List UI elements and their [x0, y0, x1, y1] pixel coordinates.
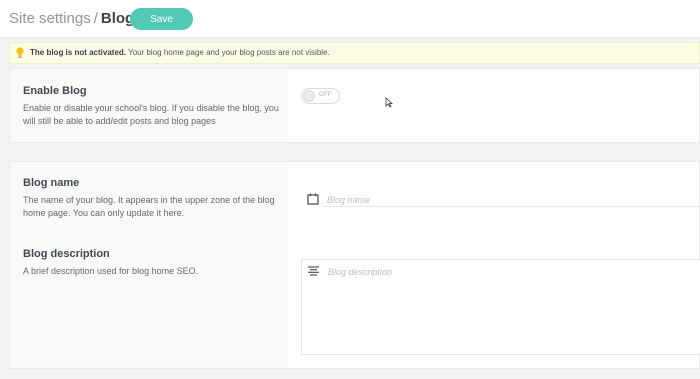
blog-name-title: Blog name [23, 177, 80, 189]
blog-description-title: Blog description [23, 248, 110, 260]
alert-message: The blog is not activated. Your blog hom… [30, 43, 330, 63]
mouse-cursor-icon [385, 97, 393, 108]
breadcrumb-parent[interactable]: Site settings [9, 10, 91, 27]
top-header: Site settings / Blog Save [0, 0, 700, 38]
blog-details-section: Blog name The name of your blog. It appe… [9, 161, 700, 369]
breadcrumb: Site settings / Blog [9, 10, 134, 28]
toggle-knob [303, 90, 315, 102]
save-button[interactable]: Save [130, 8, 193, 30]
breadcrumb-separator: / [93, 10, 98, 27]
enable-blog-toggle[interactable]: OFF [301, 88, 340, 104]
enable-blog-section: Enable Blog Enable or disable your schoo… [9, 68, 700, 143]
calendar-icon [307, 193, 319, 205]
blog-inactive-alert: The blog is not activated. Your blog hom… [9, 42, 700, 64]
blog-details-label-column: Blog name The name of your blog. It appe… [10, 162, 288, 368]
blog-name-input[interactable] [323, 193, 700, 207]
lightbulb-icon [16, 47, 24, 58]
alert-strong-text: The blog is not activated. [30, 48, 127, 57]
enable-blog-description: Enable or disable your school's blog. If… [23, 103, 279, 126]
enable-blog-title: Enable Blog [23, 85, 87, 97]
blog-description-textarea[interactable] [301, 259, 700, 355]
toggle-state-label: OFF [319, 92, 332, 98]
enable-blog-label-column: Enable Blog Enable or disable your schoo… [10, 69, 288, 142]
blog-description-description: A brief description used for blog home S… [23, 266, 199, 276]
blog-name-description: The name of your blog. It appears in the… [23, 195, 275, 218]
lines-icon [308, 266, 319, 276]
alert-text: Your blog home page and your blog posts … [126, 48, 330, 57]
